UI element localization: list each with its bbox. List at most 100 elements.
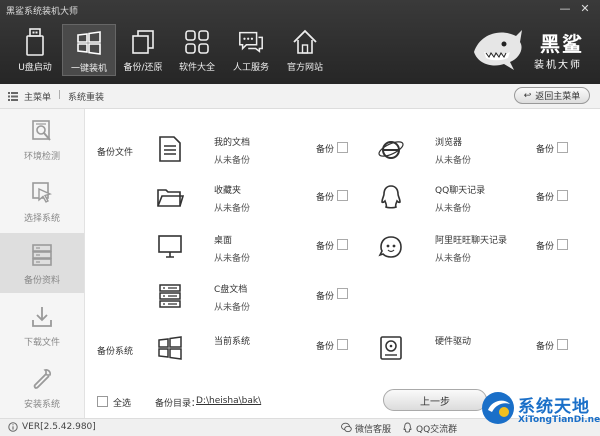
backup-label: 备份	[536, 193, 555, 203]
item-name: 硬件驱动	[435, 337, 472, 347]
backup-checkbox-my-documents[interactable]	[337, 142, 348, 153]
back-button-label: 返回主菜单	[535, 92, 581, 102]
document-icon	[159, 136, 181, 162]
item-status: 从未备份	[214, 156, 251, 166]
watermark-url: XiTongTianDi.net	[518, 415, 600, 425]
wrench-icon	[33, 369, 51, 389]
monitor-icon	[158, 235, 182, 258]
nav-label: 一键装机	[70, 64, 107, 74]
windows-icon	[158, 336, 182, 360]
item-name: QQ聊天记录	[435, 186, 486, 196]
close-button[interactable]: ✕	[576, 2, 594, 16]
backup-checkbox-current-system[interactable]	[337, 339, 348, 350]
select-all-checkbox[interactable]	[97, 396, 108, 407]
item-name: 浏览器	[435, 138, 463, 148]
sidebar-item-backup-data[interactable]: 备份资料	[0, 233, 84, 293]
back-to-main-menu-button[interactable]: ↩ 返回主菜单	[514, 87, 590, 104]
backup-checkbox-aliwangwang[interactable]	[557, 239, 568, 250]
section-backup-system: 备份系统	[97, 347, 134, 357]
qq-penguin-icon	[381, 185, 401, 209]
hard-drive-icon	[380, 336, 402, 360]
breadcrumb-current: 系统重装	[68, 93, 105, 103]
nav-label: 软件大全	[178, 63, 215, 73]
backup-dir-label: 备份目录：	[155, 399, 201, 409]
backup-checkbox-desktop[interactable]	[337, 239, 348, 250]
wechat-service-link[interactable]: 微信客服	[355, 422, 391, 435]
select-all-label: 全选	[113, 399, 132, 409]
backup-label: 备份	[316, 292, 335, 302]
download-icon	[32, 307, 52, 327]
backup-checkbox-qq-chat[interactable]	[557, 190, 568, 201]
home-icon	[291, 28, 319, 56]
sidebar-item-install[interactable]: 安装系统	[0, 357, 84, 417]
sidebar-item-env-check[interactable]: 环境检测	[0, 109, 84, 169]
windows-icon	[75, 29, 103, 57]
item-status: 从未备份	[435, 254, 472, 264]
item-name: 桌面	[214, 236, 233, 246]
brand-tagline: 装机大师	[534, 60, 582, 71]
arrow-left-icon: ↩	[523, 90, 532, 101]
nav-label: 备份/还原	[123, 63, 163, 73]
menu-icon	[8, 92, 18, 101]
sidebar-item-select-system[interactable]: 选择系统	[0, 171, 84, 231]
sidebar-item-label: 安装系统	[23, 400, 60, 410]
backup-checkbox-c-drive-docs[interactable]	[337, 288, 348, 299]
item-name: 收藏夹	[214, 186, 242, 196]
nav-official-site[interactable]: 官方网站	[278, 24, 332, 76]
apps-grid-icon	[183, 28, 211, 56]
backup-label: 备份	[316, 145, 335, 155]
top-nav: U盘启动 一键装机 备份/还原 软件大全 人工服务 官方网站	[8, 24, 332, 76]
item-status: 从未备份	[214, 254, 251, 264]
breadcrumb-separator: |	[58, 90, 62, 100]
minimize-button[interactable]: —	[556, 2, 574, 16]
ie-browser-icon	[378, 141, 404, 159]
breadcrumb-main-menu[interactable]: 主菜单	[24, 90, 51, 103]
version-label: VER[2.5.42.980]	[22, 422, 96, 432]
app-header: 黑鲨系统装机大师 — ✕ U盘启动 一键装机 备份/还原 软件大全 人工服务 官…	[0, 0, 600, 84]
item-my-documents: 我的文档 从未备份	[156, 135, 386, 167]
nav-backup-restore[interactable]: 备份/还原	[116, 24, 170, 76]
sidebar-item-label: 备份资料	[23, 276, 60, 286]
backup-label: 备份	[316, 193, 335, 203]
item-c-drive-docs: C盘文档 从未备份	[156, 282, 386, 314]
nav-software[interactable]: 软件大全	[170, 24, 224, 76]
cursor-icon	[32, 182, 52, 203]
backup-dir-link[interactable]: D:\heisha\bak\	[196, 396, 261, 406]
backup-checkbox-hardware-drivers[interactable]	[557, 339, 568, 350]
watermark-title: 系统天地	[518, 397, 590, 417]
item-name: 我的文档	[214, 138, 251, 148]
nav-usb-boot[interactable]: U盘启动	[8, 24, 62, 76]
item-status: 从未备份	[214, 204, 251, 214]
usb-icon	[21, 28, 49, 56]
window-title: 黑鲨系统装机大师	[6, 7, 79, 17]
wechat-icon	[341, 422, 352, 433]
nav-manual-service[interactable]: 人工服务	[224, 24, 278, 76]
xitongtiandi-logo-icon	[482, 392, 514, 424]
backup-restore-icon	[129, 28, 157, 56]
breadcrumb: 主菜单 | 系统重装 ↩ 返回主菜单	[0, 84, 600, 109]
backup-checkbox-favorites[interactable]	[337, 190, 348, 201]
item-current-system: 当前系统	[156, 334, 386, 366]
previous-step-button[interactable]: 上一步	[383, 389, 487, 411]
backup-label: 备份	[536, 242, 555, 252]
shark-logo-icon	[474, 30, 522, 70]
nav-label: U盘启动	[18, 63, 52, 73]
backup-label: 备份	[536, 145, 555, 155]
backup-panel: 备份文件 备份系统 我的文档 从未备份 备份 浏览器 从未备份 备份 收藏夹 从…	[85, 109, 600, 418]
nav-label: 人工服务	[232, 63, 269, 73]
sidebar-item-download[interactable]: 下载文件	[0, 295, 84, 355]
qq-group-link[interactable]: QQ交流群	[416, 422, 457, 435]
item-name: 当前系统	[214, 337, 251, 347]
sidebar-item-label: 下载文件	[23, 338, 60, 348]
env-check-icon	[32, 120, 51, 141]
nav-label: 官方网站	[286, 63, 323, 73]
brand-logo: 黑鲨 装机大师	[470, 18, 590, 78]
backup-label: 备份	[536, 342, 555, 352]
item-name: C盘文档	[214, 285, 248, 295]
wangwang-icon	[378, 236, 402, 258]
backup-checkbox-browser[interactable]	[557, 142, 568, 153]
qq-icon	[403, 422, 412, 433]
backup-label: 备份	[316, 342, 335, 352]
item-status: 从未备份	[435, 204, 472, 214]
nav-one-click-install[interactable]: 一键装机	[62, 24, 116, 76]
